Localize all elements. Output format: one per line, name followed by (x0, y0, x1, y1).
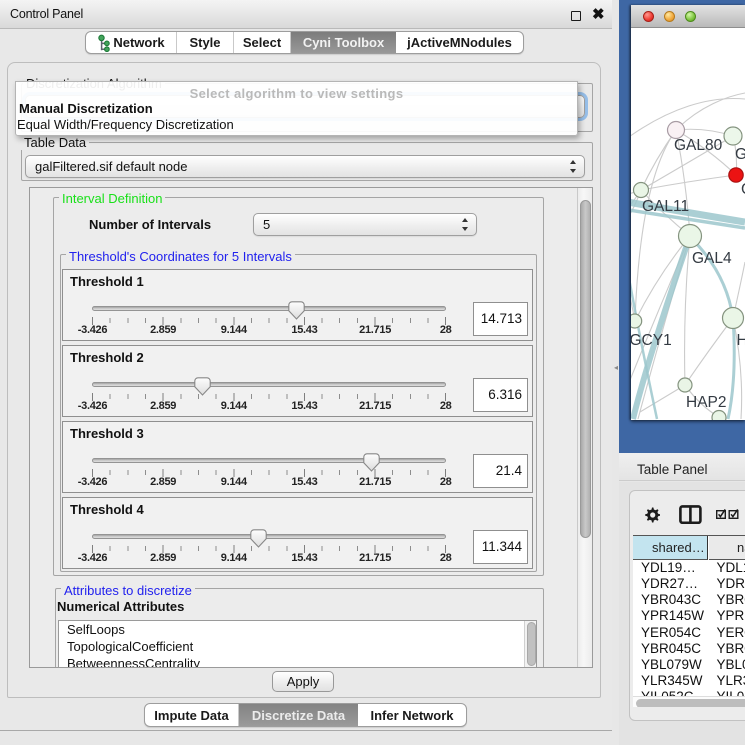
svg-text:GAL4: GAL4 (692, 250, 732, 267)
svg-text:CY: CY (741, 181, 745, 198)
svg-text:GCY1: GCY1 (631, 332, 672, 349)
svg-text:GAL11: GAL11 (642, 198, 689, 215)
svg-text:GAL: GAL (735, 146, 745, 163)
svg-text:H: H (737, 332, 745, 349)
svg-text:GAL80: GAL80 (674, 137, 723, 154)
svg-text:HAP2: HAP2 (686, 394, 727, 411)
